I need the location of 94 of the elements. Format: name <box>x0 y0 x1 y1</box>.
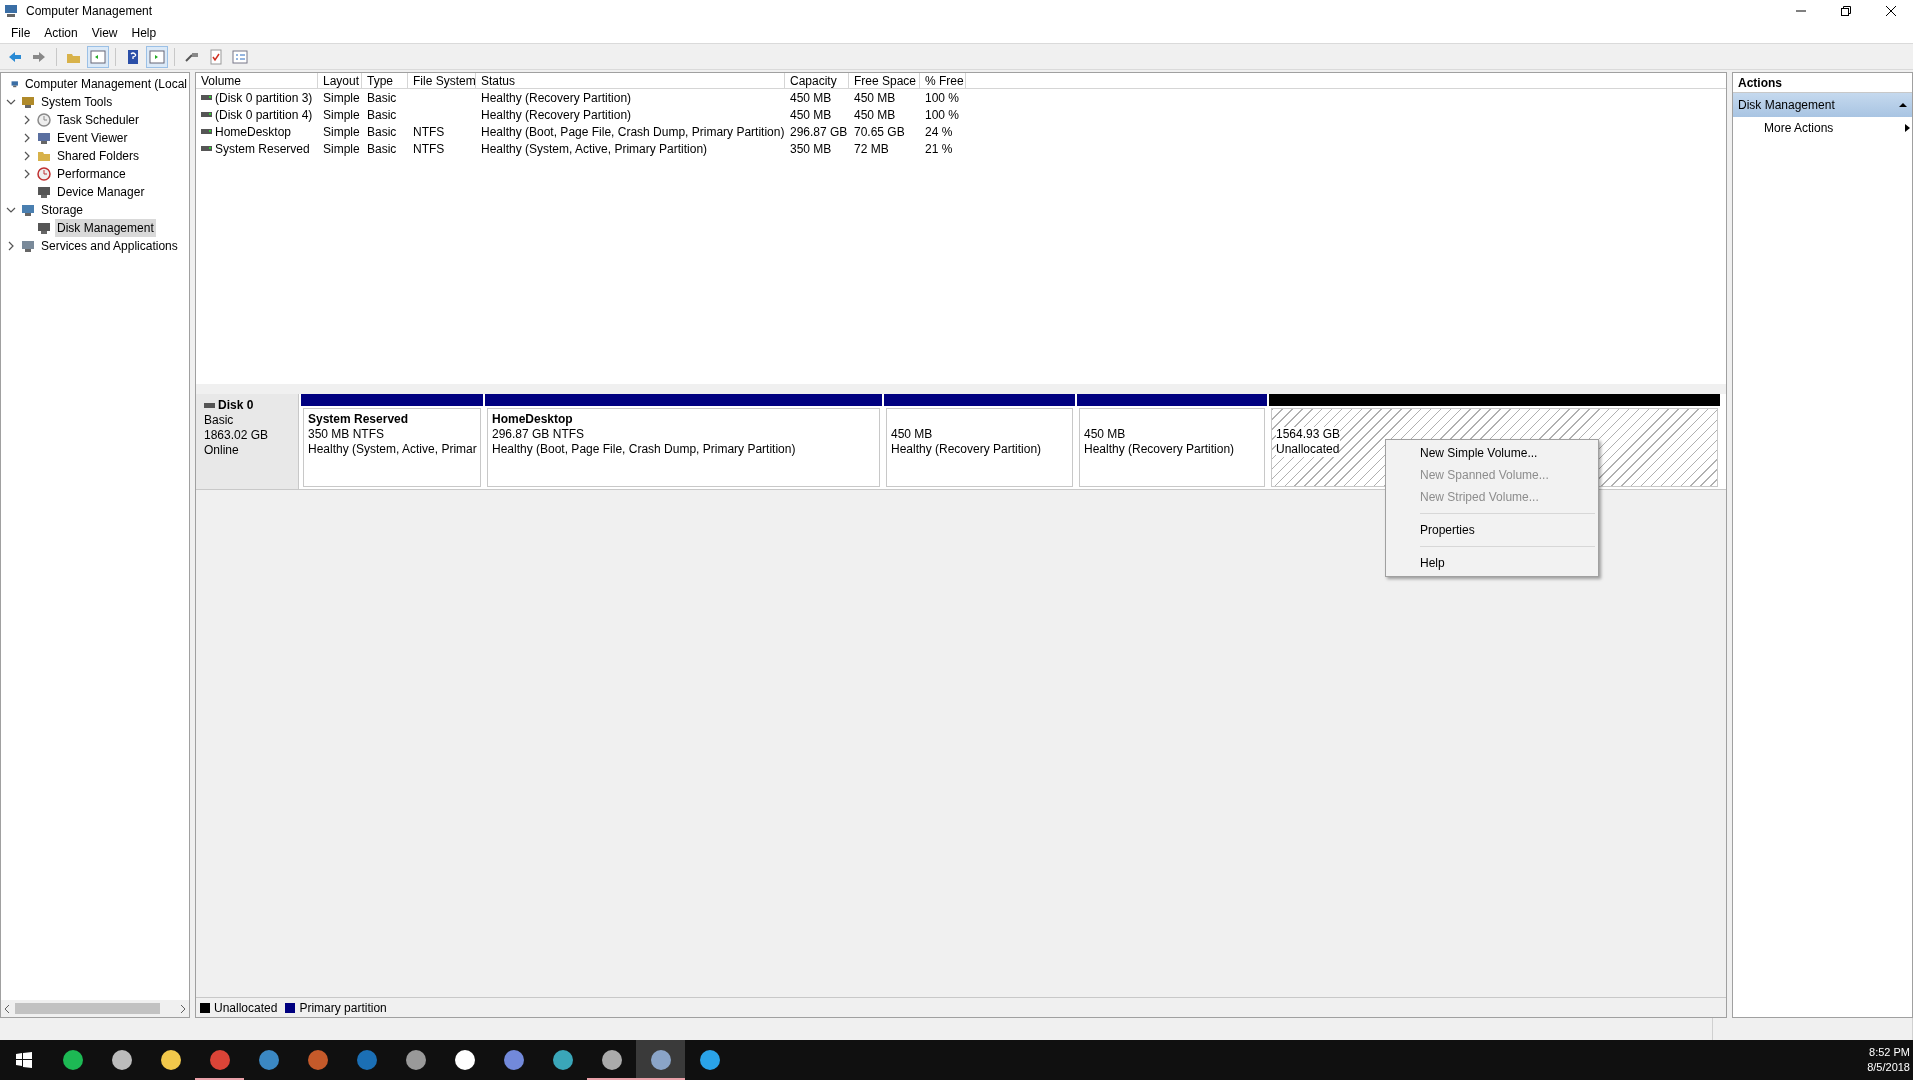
action-link[interactable]: More Actions <box>1764 119 1834 137</box>
table-cell-text: Basic <box>367 123 397 141</box>
app-icon <box>61 1049 84 1071</box>
table-cell-text: 70.65 GB <box>854 123 905 141</box>
table-cell-text: Healthy (Boot, Page File, Crash Dump, Primary Partition) <box>481 123 785 141</box>
table-cell-text: HomeDesktop <box>215 123 292 141</box>
partition-size: 1564.93 GB <box>1276 427 1341 442</box>
app-icon <box>306 1049 329 1071</box>
disk-size: 1863.02 GB <box>204 428 270 443</box>
volume-icon <box>201 112 212 117</box>
partition-status: Healthy (Recovery Partition) <box>1084 442 1235 457</box>
table-cell-text: 450 MB <box>854 89 896 107</box>
app-icon <box>551 1049 574 1071</box>
table-cell-text: Simple <box>323 89 360 107</box>
partition-name: System Reserved <box>308 412 410 427</box>
table-cell-text: Healthy (Recovery Partition) <box>481 106 632 124</box>
menu-item[interactable]: File <box>4 22 38 43</box>
chevron-icon[interactable] <box>6 241 16 251</box>
app-icon <box>355 1049 378 1071</box>
partition-status: Healthy (System, Active, Primar <box>308 442 477 457</box>
menu-item[interactable]: View <box>84 22 125 43</box>
menu-item[interactable]: Action <box>37 22 85 43</box>
tree-item[interactable]: Services and Applications <box>39 237 180 255</box>
tree-item[interactable]: Event Viewer <box>55 129 130 147</box>
app-icon <box>649 1049 672 1071</box>
table-cell-text: Basic <box>367 89 397 107</box>
table-cell-text: Healthy (Recovery Partition) <box>481 89 632 107</box>
table-cell-text: Basic <box>367 106 397 124</box>
clock[interactable]: 8:52 PM 8/5/2018 <box>1867 1045 1910 1075</box>
table-cell-text: (Disk 0 partition 3) <box>215 89 313 107</box>
actions-section[interactable]: Disk Management <box>1733 93 1912 117</box>
tree-item[interactable]: Device Manager <box>55 183 147 201</box>
volume-icon <box>201 146 212 151</box>
table-cell-text: 450 MB <box>790 106 832 124</box>
partition-name: HomeDesktop <box>492 412 574 427</box>
disk-name: Disk 0 <box>218 398 254 413</box>
legend-label: Unallocated <box>214 999 278 1017</box>
table-cell-text: 450 MB <box>854 106 896 124</box>
app-icon <box>208 1049 231 1071</box>
tree-item[interactable]: Shared Folders <box>55 147 142 165</box>
app-icon <box>404 1049 427 1071</box>
app-icon <box>110 1049 133 1071</box>
submenu-arrow-icon <box>1905 124 1910 132</box>
partition-status: Unallocated <box>1276 442 1340 457</box>
app-icon <box>600 1049 623 1071</box>
disk-state: Online <box>204 443 240 458</box>
menu-item[interactable]: Help <box>1386 552 1598 574</box>
chevron-icon[interactable] <box>6 205 16 215</box>
table-cell-text: Simple <box>323 106 360 124</box>
tree-item[interactable]: System Tools <box>39 93 115 111</box>
tree-item[interactable]: Task Scheduler <box>55 111 142 129</box>
horizontal-scrollbar[interactable] <box>1 1000 189 1017</box>
partition-status: Healthy (Recovery Partition) <box>891 442 1042 457</box>
table-cell-text: NTFS <box>413 123 445 141</box>
table-cell-text: 72 MB <box>854 140 889 158</box>
running-indicator <box>195 1078 244 1080</box>
menu-item[interactable]: Properties <box>1386 519 1598 541</box>
table-cell-text: Simple <box>323 123 360 141</box>
table-cell-text: 350 MB <box>790 140 832 158</box>
app-icon <box>698 1049 721 1071</box>
menu-item[interactable]: Help <box>124 22 164 43</box>
table-cell-text: System Reserved <box>215 140 310 158</box>
table-cell-text: 450 MB <box>790 89 832 107</box>
table-cell-text: Healthy (System, Active, Primary Partition) <box>481 140 708 158</box>
tree-item[interactable]: Performance <box>55 165 128 183</box>
app-icon <box>159 1049 182 1071</box>
table-cell-text: 21 % <box>925 140 953 158</box>
legend-label: Primary partition <box>299 999 387 1017</box>
disk-type: Basic <box>204 413 235 428</box>
partition-status: Healthy (Boot, Page File, Crash Dump, Primary Partition) <box>492 442 796 457</box>
table-cell-text: Simple <box>323 140 360 158</box>
tree-item[interactable]: Computer Management (Local <box>22 75 189 93</box>
menu-item[interactable]: New Simple Volume... <box>1386 442 1598 464</box>
volume-icon <box>201 129 212 134</box>
volume-icon <box>201 95 212 100</box>
clock-icon <box>37 113 51 127</box>
table-cell-text: Basic <box>367 140 397 158</box>
table-cell-text: 100 % <box>925 106 960 124</box>
table-cell-text: 296.87 GB <box>790 123 848 141</box>
table-cell-text: 24 % <box>925 123 953 141</box>
table-cell-text: NTFS <box>413 140 445 158</box>
disk-label-panel[interactable]: Disk 0 Basic 1863.02 GB Online <box>196 394 299 489</box>
collapse-caret-icon[interactable] <box>1899 101 1907 109</box>
app-icon <box>257 1049 280 1071</box>
folder-icon <box>37 149 51 163</box>
computer-icon <box>4 4 18 18</box>
tree-item[interactable]: Disk Management <box>55 219 156 237</box>
table-cell-text: 100 % <box>925 89 960 107</box>
table-cell-text: (Disk 0 partition 4) <box>215 106 313 124</box>
app-icon <box>502 1049 525 1071</box>
scrollbar-thumb[interactable] <box>15 1003 160 1014</box>
tree-item[interactable]: Storage <box>39 201 86 219</box>
app-icon <box>453 1049 476 1071</box>
window-title: Computer Management <box>26 3 153 20</box>
